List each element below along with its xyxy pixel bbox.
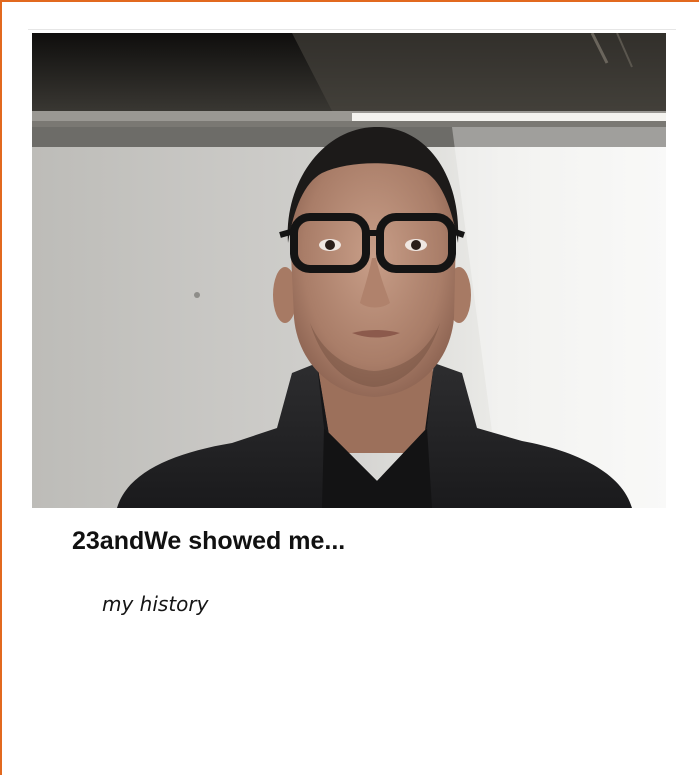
portrait-photo (32, 33, 666, 508)
portrait-photo-icon (32, 33, 666, 508)
post-subline: my history (102, 592, 209, 616)
card-divider (28, 29, 676, 30)
post-headline: 23andWe showed me... (72, 527, 346, 555)
